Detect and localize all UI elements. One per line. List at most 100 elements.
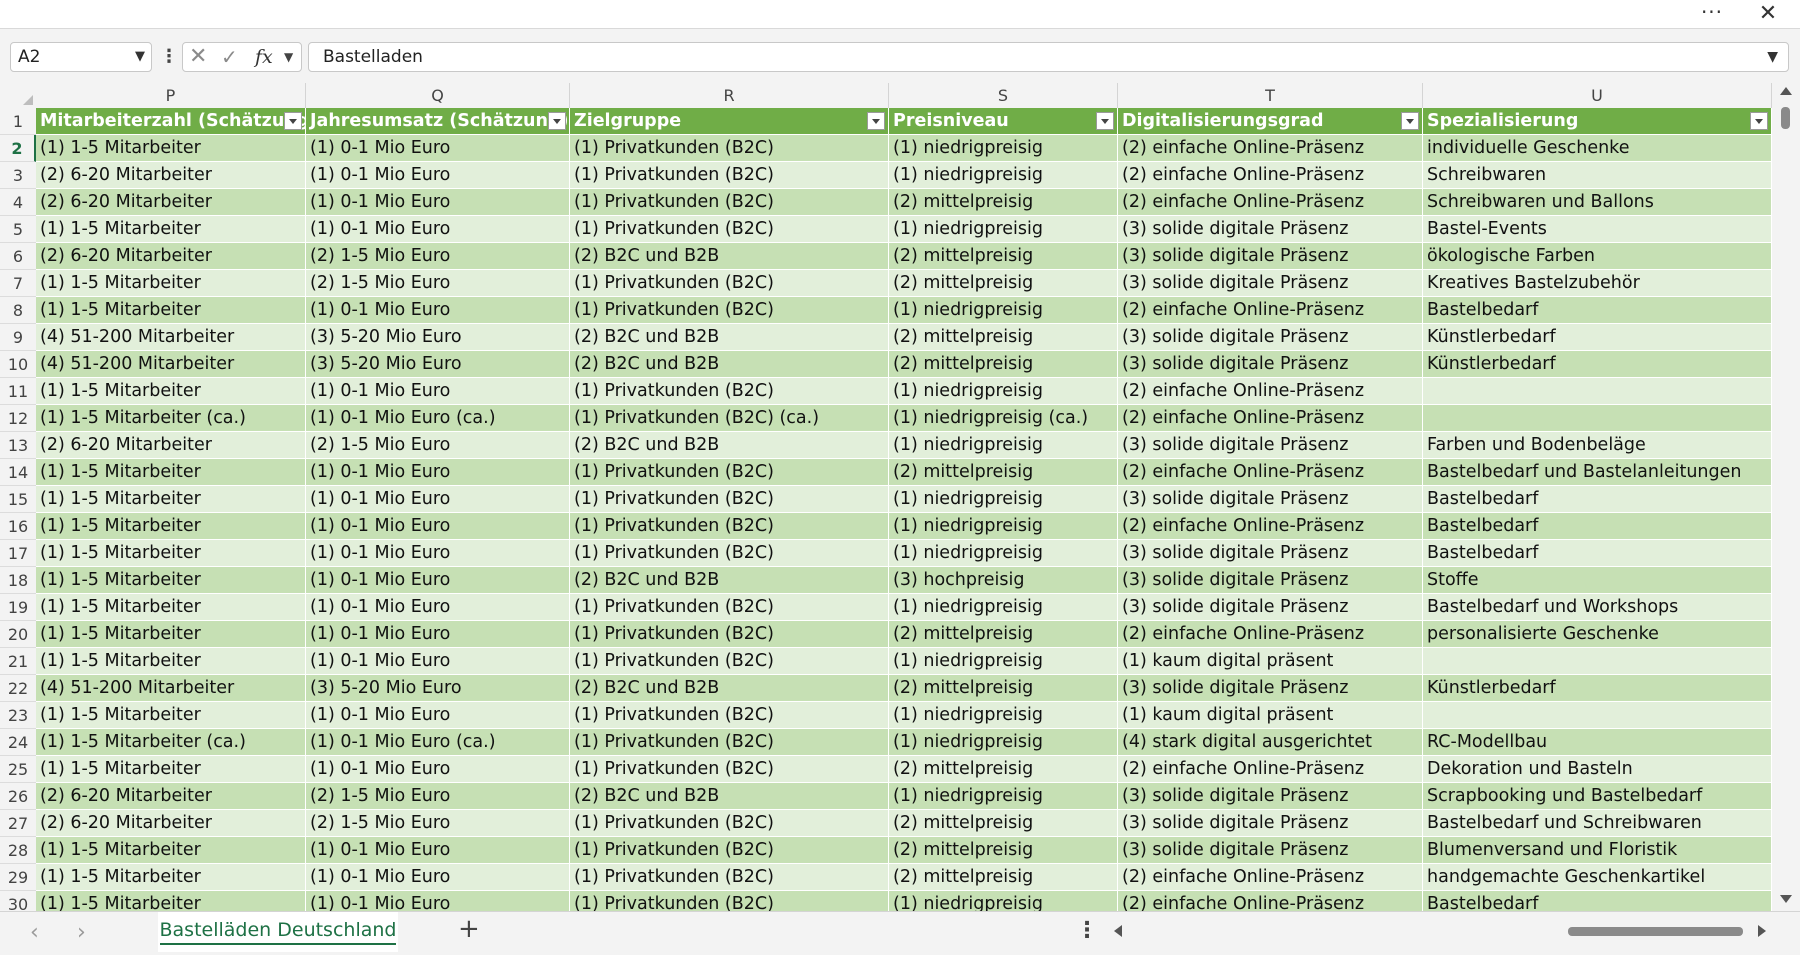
table-cell[interactable]: (1) 0-1 Mio Euro <box>306 162 570 189</box>
table-cell[interactable]: (1) Privatkunden (B2C) <box>570 837 889 864</box>
table-cell[interactable]: (1) niedrigpreisig <box>889 378 1118 405</box>
table-cell[interactable]: (3) hochpreisig <box>889 567 1118 594</box>
table-cell[interactable]: (1) niedrigpreisig <box>889 486 1118 513</box>
column-header-q[interactable]: Q <box>306 83 570 108</box>
table-cell[interactable]: (1) 1-5 Mitarbeiter (ca.) <box>36 405 306 432</box>
table-cell[interactable]: (3) solide digitale Präsenz <box>1118 324 1423 351</box>
table-cell[interactable]: (1) Privatkunden (B2C) <box>570 189 889 216</box>
table-cell[interactable]: (1) 1-5 Mitarbeiter <box>36 540 306 567</box>
row-number[interactable]: 23 <box>0 702 36 729</box>
table-cell[interactable] <box>1423 702 1772 729</box>
table-cell[interactable] <box>1423 648 1772 675</box>
table-cell[interactable]: (1) 1-5 Mitarbeiter <box>36 648 306 675</box>
column-header-t[interactable]: T <box>1118 83 1423 108</box>
table-cell[interactable]: (2) mittelpreisig <box>889 243 1118 270</box>
table-cell[interactable]: (1) niedrigpreisig <box>889 162 1118 189</box>
scroll-right-icon[interactable] <box>1758 925 1766 937</box>
table-cell[interactable]: (1) Privatkunden (B2C) <box>570 378 889 405</box>
table-cell[interactable]: handgemachte Geschenkartikel <box>1423 864 1772 891</box>
table-cell[interactable]: (1) niedrigpreisig <box>889 891 1118 911</box>
table-cell[interactable]: (3) solide digitale Präsenz <box>1118 243 1423 270</box>
table-cell[interactable]: (1) 0-1 Mio Euro <box>306 459 570 486</box>
table-cell[interactable]: (2) einfache Online-Präsenz <box>1118 459 1423 486</box>
table-cell[interactable]: (2) 6-20 Mitarbeiter <box>36 810 306 837</box>
table-cell[interactable]: (3) solide digitale Präsenz <box>1118 810 1423 837</box>
table-cell[interactable]: (2) einfache Online-Präsenz <box>1118 405 1423 432</box>
table-cell[interactable]: (2) 6-20 Mitarbeiter <box>36 432 306 459</box>
table-cell[interactable]: Künstlerbedarf <box>1423 675 1772 702</box>
table-cell[interactable]: (1) 1-5 Mitarbeiter <box>36 513 306 540</box>
chevron-down-icon[interactable]: ▼ <box>284 43 293 71</box>
table-cell[interactable] <box>1423 378 1772 405</box>
filter-dropdown-icon[interactable] <box>867 112 885 130</box>
filter-dropdown-icon[interactable] <box>548 112 566 130</box>
table-cell[interactable]: Schreibwaren <box>1423 162 1772 189</box>
row-number[interactable]: 20 <box>0 621 36 648</box>
table-cell[interactable]: (1) niedrigpreisig <box>889 540 1118 567</box>
scroll-down-icon[interactable] <box>1780 895 1792 903</box>
table-cell[interactable]: Künstlerbedarf <box>1423 351 1772 378</box>
row-number[interactable]: 4 <box>0 189 36 216</box>
table-cell[interactable]: (1) 0-1 Mio Euro <box>306 378 570 405</box>
table-cell[interactable]: (1) Privatkunden (B2C) <box>570 702 889 729</box>
table-cell[interactable]: RC-Modellbau <box>1423 729 1772 756</box>
table-cell[interactable]: (1) niedrigpreisig (ca.) <box>889 405 1118 432</box>
table-cell[interactable]: Schreibwaren und Ballons <box>1423 189 1772 216</box>
table-cell[interactable]: (1) 1-5 Mitarbeiter <box>36 270 306 297</box>
table-cell[interactable]: (1) 0-1 Mio Euro <box>306 594 570 621</box>
column-header-p[interactable]: P <box>36 83 306 108</box>
formula-bar-menu-icon[interactable]: ⋮ <box>160 44 178 70</box>
row-number[interactable]: 8 <box>0 297 36 324</box>
table-cell[interactable]: ökologische Farben <box>1423 243 1772 270</box>
horizontal-scroll-thumb[interactable] <box>1568 927 1743 936</box>
header-cell[interactable]: Mitarbeiterzahl (Schätzung) <box>36 108 306 135</box>
table-cell[interactable]: (1) niedrigpreisig <box>889 297 1118 324</box>
table-cell[interactable]: (4) 51-200 Mitarbeiter <box>36 675 306 702</box>
table-cell[interactable]: (1) niedrigpreisig <box>889 216 1118 243</box>
table-cell[interactable]: (1) Privatkunden (B2C) <box>570 891 889 911</box>
table-cell[interactable]: (1) 0-1 Mio Euro <box>306 135 570 162</box>
table-cell[interactable]: (2) mittelpreisig <box>889 621 1118 648</box>
select-all-corner[interactable] <box>0 83 36 108</box>
row-number[interactable]: 15 <box>0 486 36 513</box>
table-cell[interactable]: (2) 1-5 Mio Euro <box>306 783 570 810</box>
row-number[interactable]: 10 <box>0 351 36 378</box>
table-cell[interactable]: (1) 0-1 Mio Euro <box>306 513 570 540</box>
table-cell[interactable]: (4) 51-200 Mitarbeiter <box>36 324 306 351</box>
table-cell[interactable]: (2) einfache Online-Präsenz <box>1118 891 1423 911</box>
row-number[interactable]: 5 <box>0 216 36 243</box>
table-cell[interactable]: (1) 0-1 Mio Euro <box>306 756 570 783</box>
table-cell[interactable]: (1) 1-5 Mitarbeiter <box>36 621 306 648</box>
table-cell[interactable]: (1) Privatkunden (B2C) <box>570 162 889 189</box>
table-cell[interactable]: (1) niedrigpreisig <box>889 702 1118 729</box>
filter-dropdown-icon[interactable] <box>1096 112 1114 130</box>
table-cell[interactable]: (2) 1-5 Mio Euro <box>306 243 570 270</box>
table-cell[interactable]: (4) stark digital ausgerichtet <box>1118 729 1423 756</box>
table-cell[interactable]: (2) 1-5 Mio Euro <box>306 432 570 459</box>
close-icon[interactable]: ✕ <box>1752 0 1784 28</box>
table-cell[interactable]: (1) Privatkunden (B2C) <box>570 459 889 486</box>
table-cell[interactable]: (3) solide digitale Präsenz <box>1118 432 1423 459</box>
sheet-tab-active[interactable]: Bastelläden Deutschland <box>158 912 398 952</box>
table-cell[interactable]: (1) 0-1 Mio Euro <box>306 837 570 864</box>
table-cell[interactable]: (1) 1-5 Mitarbeiter <box>36 567 306 594</box>
table-cell[interactable]: (1) 0-1 Mio Euro <box>306 540 570 567</box>
filter-dropdown-icon[interactable] <box>1750 112 1768 130</box>
table-cell[interactable]: (1) kaum digital präsent <box>1118 702 1423 729</box>
table-cell[interactable]: (1) 1-5 Mitarbeiter (ca.) <box>36 729 306 756</box>
table-cell[interactable]: (2) mittelpreisig <box>889 189 1118 216</box>
table-cell[interactable]: (1) Privatkunden (B2C) <box>570 729 889 756</box>
table-cell[interactable]: (2) B2C und B2B <box>570 783 889 810</box>
table-cell[interactable]: (2) mittelpreisig <box>889 675 1118 702</box>
scroll-left-icon[interactable] <box>1114 925 1122 937</box>
chevron-down-icon[interactable]: ▼ <box>135 43 145 71</box>
table-cell[interactable]: (2) 6-20 Mitarbeiter <box>36 189 306 216</box>
table-cell[interactable]: (1) Privatkunden (B2C) <box>570 864 889 891</box>
table-cell[interactable]: (2) 1-5 Mio Euro <box>306 810 570 837</box>
table-cell[interactable]: (1) Privatkunden (B2C) <box>570 216 889 243</box>
row-number[interactable]: 13 <box>0 432 36 459</box>
table-cell[interactable]: (2) mittelpreisig <box>889 810 1118 837</box>
filter-dropdown-icon[interactable] <box>284 112 302 130</box>
table-cell[interactable]: (3) 5-20 Mio Euro <box>306 675 570 702</box>
table-cell[interactable]: (1) 1-5 Mitarbeiter <box>36 891 306 911</box>
